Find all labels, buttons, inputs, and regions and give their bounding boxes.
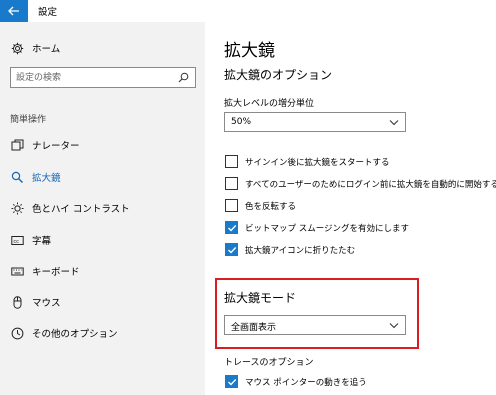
- checkbox-box[interactable]: [225, 221, 238, 234]
- zoom-increment-value: 50%: [231, 117, 252, 127]
- captions-icon: cc: [10, 233, 24, 247]
- other-options-icon: [10, 326, 24, 340]
- magnifier-icon: [10, 170, 24, 184]
- checkbox-label: 拡大鏡アイコンに折りたたむ: [245, 246, 356, 256]
- magnifier-mode-value: 全画面表示: [231, 323, 277, 333]
- checkbox-label: マウス ポインターの動きを追う: [245, 378, 367, 388]
- sidebar-item-label: その他のオプション: [32, 329, 118, 340]
- search-icon[interactable]: [178, 72, 189, 83]
- checkmark-icon: [227, 378, 236, 386]
- back-arrow-icon: [8, 6, 19, 16]
- checkbox-collapse-to-icon[interactable]: 拡大鏡アイコンに折りたたむ: [225, 243, 495, 257]
- checkbox-label: すべてのユーザーのためにログイン前に拡大鏡を自動的に開始する: [245, 180, 496, 190]
- sidebar-item-label: マウス: [32, 298, 61, 309]
- sidebar-item-mouse[interactable]: マウス: [0, 288, 205, 316]
- checkbox-box[interactable]: [225, 177, 238, 190]
- chevron-down-icon: [389, 120, 399, 126]
- sidebar-item-other-options[interactable]: その他のオプション: [0, 319, 205, 347]
- main-content: 拡大鏡 拡大鏡のオプション 拡大レベルの増分単位 50% サインイン後に拡大鏡を…: [205, 22, 496, 395]
- checkbox-box[interactable]: [225, 243, 238, 256]
- checkbox-label: サインイン後に拡大鏡をスタートする: [245, 158, 390, 168]
- sidebar-item-label: キーボード: [32, 267, 80, 278]
- checkbox-start-after-signin[interactable]: サインイン後に拡大鏡をスタートする: [225, 155, 495, 169]
- sidebar-item-home-label: ホーム: [32, 44, 61, 55]
- tracking-options-title: トレースのオプション: [224, 358, 314, 368]
- magnifier-mode-title: 拡大鏡モード: [224, 291, 297, 305]
- checkbox-box[interactable]: [225, 155, 238, 168]
- back-button[interactable]: [0, 0, 28, 22]
- window-title: 設定: [38, 7, 58, 18]
- section-label-ease-of-access: 簡単操作: [10, 115, 47, 125]
- zoom-increment-label: 拡大レベルの増分単位: [224, 99, 315, 109]
- sidebar-item-home[interactable]: ホーム: [0, 34, 205, 62]
- sidebar-item-label: 字幕: [32, 236, 52, 247]
- page-title: 拡大鏡: [224, 41, 275, 61]
- sidebar-item-captions[interactable]: cc 字幕: [0, 226, 205, 254]
- title-bar: 設定: [0, 0, 496, 22]
- checkbox-start-before-login[interactable]: すべてのユーザーのためにログイン前に拡大鏡を自動的に開始する: [225, 177, 496, 191]
- checkbox-label: 色を反転する: [245, 202, 297, 212]
- mouse-icon: [10, 295, 24, 309]
- checkmark-icon: [227, 224, 236, 232]
- sidebar-item-keyboard[interactable]: キーボード: [0, 257, 205, 285]
- sidebar: ホーム 簡単操作 ナレーター 拡大鏡: [0, 22, 205, 395]
- svg-text:cc: cc: [13, 238, 19, 244]
- sidebar-item-color-contrast[interactable]: 色とハイ コントラスト: [0, 194, 205, 222]
- keyboard-icon: [10, 264, 24, 278]
- checkbox-box[interactable]: [225, 199, 238, 212]
- magnifier-mode-select[interactable]: 全画面表示: [224, 315, 406, 335]
- options-section-title: 拡大鏡のオプション: [224, 68, 333, 82]
- search-field[interactable]: [10, 67, 196, 88]
- zoom-increment-select[interactable]: 50%: [224, 112, 406, 132]
- chevron-down-icon: [389, 323, 399, 329]
- checkbox-follow-mouse[interactable]: マウス ポインターの動きを追う: [225, 375, 495, 389]
- brightness-icon: [10, 201, 24, 215]
- sidebar-item-label: 拡大鏡: [32, 173, 61, 184]
- checkmark-icon: [227, 246, 236, 254]
- checkbox-box[interactable]: [225, 375, 238, 388]
- gear-icon: [10, 41, 24, 55]
- checkbox-label: ビットマップ スムージングを有効にします: [245, 224, 410, 234]
- sidebar-item-magnifier[interactable]: 拡大鏡: [0, 163, 205, 191]
- narrator-icon: [10, 138, 24, 152]
- sidebar-item-label: 色とハイ コントラスト: [32, 204, 130, 215]
- checkbox-invert-colors[interactable]: 色を反転する: [225, 199, 495, 213]
- checkbox-bitmap-smoothing[interactable]: ビットマップ スムージングを有効にします: [225, 221, 495, 235]
- sidebar-item-label: ナレーター: [32, 141, 80, 152]
- sidebar-item-narrator[interactable]: ナレーター: [0, 131, 205, 159]
- search-input[interactable]: [11, 68, 175, 87]
